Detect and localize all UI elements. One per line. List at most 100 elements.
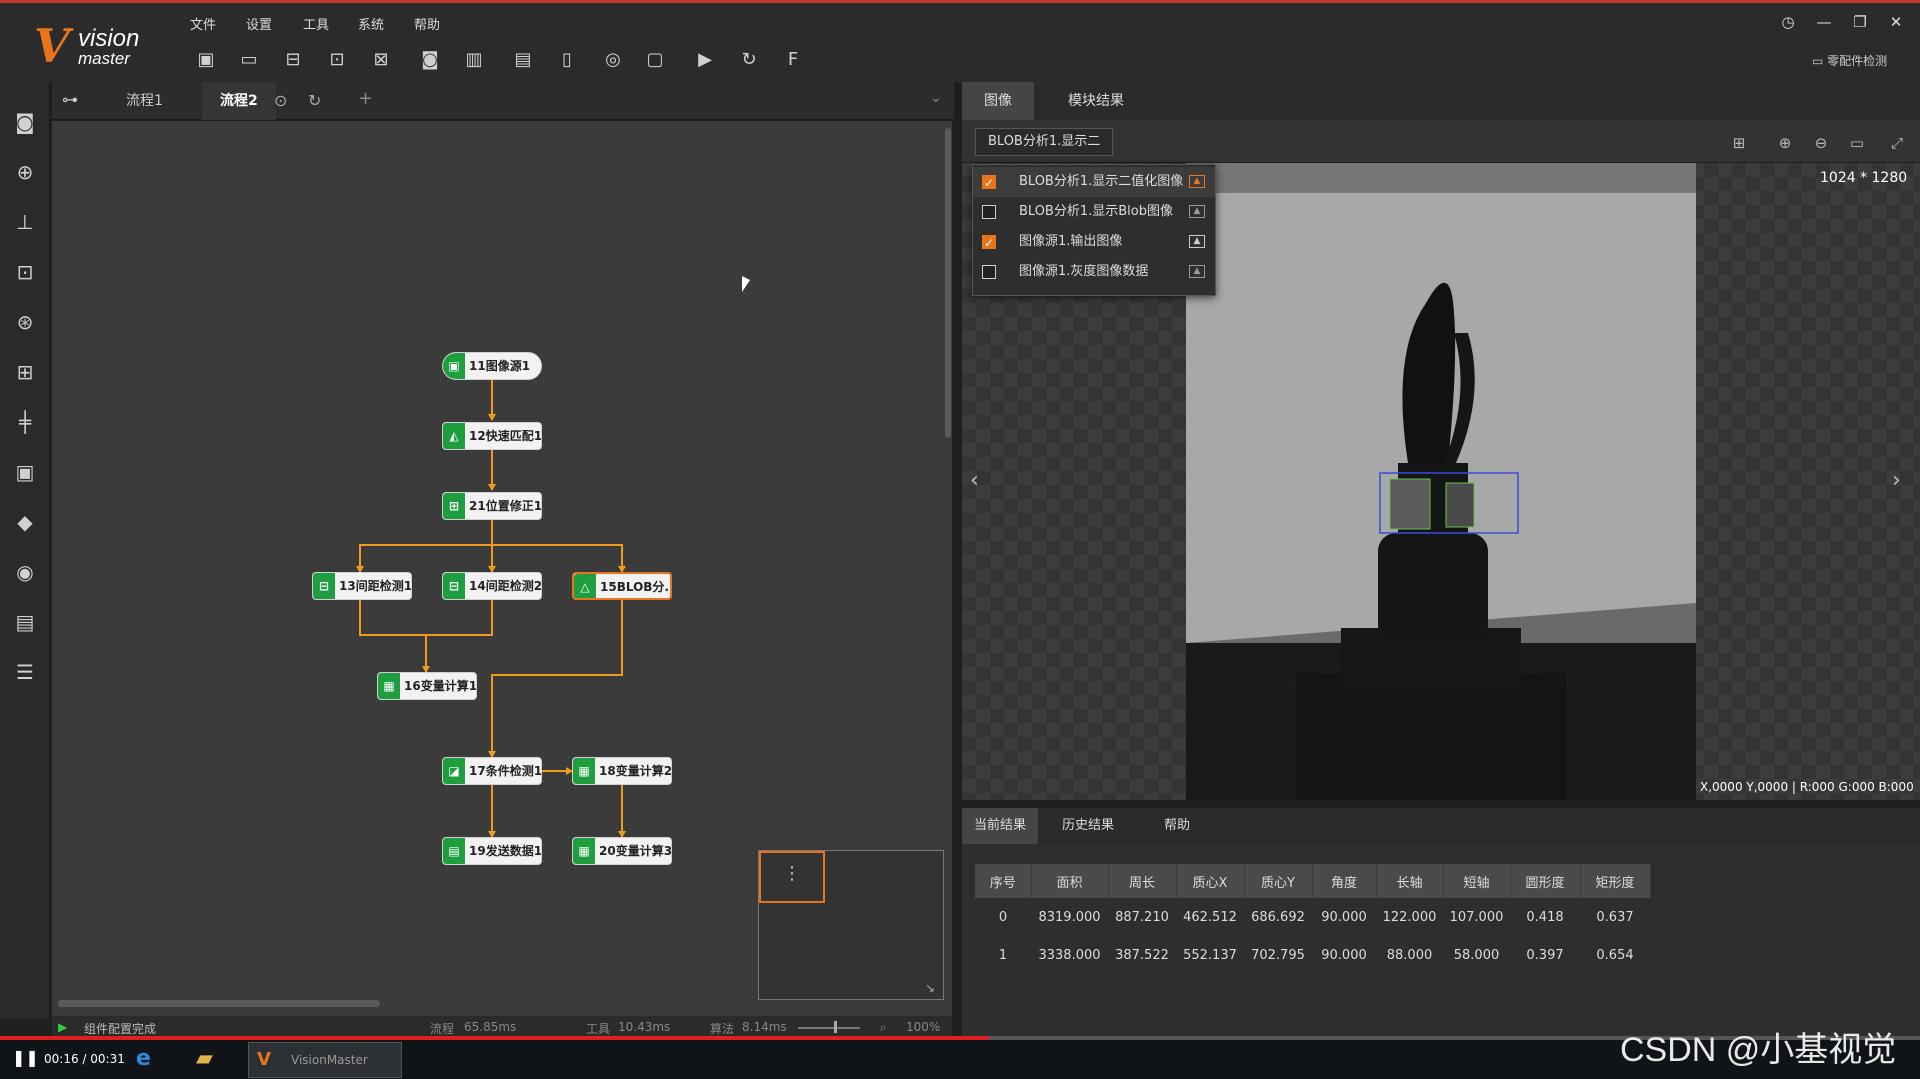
defect-detection-icon[interactable]: ◉	[11, 558, 39, 586]
checkbox-checked[interactable]	[982, 168, 996, 198]
recognition-icon[interactable]: ⊡	[11, 258, 39, 286]
previous-image-icon[interactable]: ‹	[970, 468, 979, 493]
flow-tree-icon[interactable]: ⊶	[62, 90, 78, 109]
tab-help[interactable]: 帮助	[1140, 808, 1214, 844]
grid-icon[interactable]: ⊞	[1728, 132, 1750, 154]
col-circularity[interactable]: 圆形度	[1510, 864, 1581, 898]
solution-name[interactable]: ▭ 零配件检测	[1812, 52, 1887, 69]
run-flow-icon[interactable]: ⊙	[274, 91, 287, 110]
col-area[interactable]: 面积	[1031, 864, 1109, 898]
pause-icon[interactable]: ❚❚	[12, 1048, 39, 1067]
image-processing-icon[interactable]: ▣	[11, 458, 39, 486]
locate-icon[interactable]: ⊕	[11, 158, 39, 186]
node-distance-check-2[interactable]: ⊟ 14间距检测2	[442, 572, 542, 600]
add-flow-icon[interactable]: +	[358, 88, 373, 109]
lock-icon[interactable]: ⊠	[368, 47, 394, 73]
calibration-icon[interactable]: ⊞	[11, 358, 39, 386]
menu-settings[interactable]: 设置	[246, 14, 272, 33]
menu-tools[interactable]: 工具	[303, 14, 329, 33]
table-row[interactable]: 1 3338.000 387.522 552.137 702.795 90.00…	[975, 936, 1650, 974]
canvas-horizontal-scrollbar[interactable]	[58, 1000, 380, 1007]
node-variable-calc-2[interactable]: ▦ 18变量计算2	[572, 757, 672, 785]
node-position-fix-1[interactable]: ⊞ 21位置修正1	[442, 492, 542, 520]
next-image-icon[interactable]: ›	[1892, 468, 1901, 493]
file-explorer-icon[interactable]: ▰	[196, 1046, 213, 1071]
restore-icon[interactable]: ❐	[1848, 10, 1872, 34]
panel-icon[interactable]: ▯	[554, 47, 580, 73]
tab-flow1[interactable]: 流程1	[108, 82, 181, 120]
node-condition-check-1[interactable]: ◪ 17条件检测1	[442, 757, 542, 785]
variable-icon[interactable]: ▤	[510, 47, 536, 73]
checkbox-unchecked[interactable]	[982, 265, 996, 279]
script-icon[interactable]: ▢	[642, 47, 668, 73]
tab-flow2[interactable]: 流程2	[202, 82, 276, 120]
communication-tool-icon[interactable]: ☰	[11, 658, 39, 686]
camera-icon[interactable]: ◙	[417, 47, 443, 73]
zoom-slider-thumb[interactable]	[834, 1021, 837, 1033]
col-centroid-y[interactable]: 质心Y	[1244, 864, 1313, 898]
import-icon[interactable]: ⊡	[324, 47, 350, 73]
algo-time-value: 8.14ms	[742, 1020, 787, 1034]
canvas-vertical-scrollbar[interactable]	[945, 128, 951, 438]
deep-learning-icon[interactable]: ⊛	[11, 308, 39, 336]
node-image-source-1[interactable]: ▣ 11图像源1	[442, 352, 542, 380]
node-blob-analysis-1[interactable]: △ 15BLOB分...	[572, 572, 672, 600]
fit-window-icon[interactable]: ⤢	[1886, 132, 1908, 154]
col-rectangularity[interactable]: 矩形度	[1580, 864, 1651, 898]
col-minor-axis[interactable]: 短轴	[1443, 864, 1511, 898]
resize-corner-icon[interactable]: ↘	[925, 981, 935, 995]
node-distance-check-1[interactable]: ⊟ 13间距检测1	[312, 572, 412, 600]
run-once-icon[interactable]: ▶	[692, 47, 718, 73]
save-as-icon[interactable]: ⊟	[280, 47, 306, 73]
run-loop-icon[interactable]: ↻	[736, 47, 762, 73]
color-processing-icon[interactable]: ◆	[11, 508, 39, 536]
tab-module-results[interactable]: 模块结果	[1046, 82, 1146, 120]
canvas-minimap[interactable]: ⋮ ↘	[758, 850, 944, 1000]
col-perimeter[interactable]: 周长	[1108, 864, 1177, 898]
checkbox-unchecked[interactable]	[982, 205, 996, 219]
checkbox-checked[interactable]	[982, 228, 996, 258]
node-quick-match-1[interactable]: ◭ 12快速匹配1	[442, 422, 542, 450]
col-centroid-x[interactable]: 质心X	[1176, 864, 1245, 898]
inspection-image[interactable]	[1186, 163, 1696, 800]
zoom-in-icon[interactable]: ⊕	[1774, 132, 1796, 154]
zoom-slider[interactable]	[798, 1027, 860, 1029]
tab-history-result[interactable]: 历史结果	[1046, 808, 1130, 844]
taskbar-app-visionmaster[interactable]: V VisionMaster	[248, 1042, 402, 1078]
col-major-axis[interactable]: 长轴	[1376, 864, 1444, 898]
tab-image[interactable]: 图像	[962, 82, 1034, 120]
image-option-blob-binary[interactable]: BLOB分析1.显示二值化图像 ▲	[973, 167, 1215, 198]
image-option-output-image[interactable]: 图像源1.输出图像 ▲	[973, 227, 1215, 258]
minimize-icon[interactable]: —	[1812, 10, 1836, 34]
open-folder-icon[interactable]: ▭	[236, 47, 262, 73]
measure-icon[interactable]: ⊥	[11, 208, 39, 236]
clock-icon[interactable]: ◷	[1776, 10, 1800, 34]
image-capture-icon[interactable]: ◙	[11, 108, 39, 136]
zoom-out-icon[interactable]: ⊖	[1810, 132, 1832, 154]
frontend-icon[interactable]: F	[780, 47, 806, 73]
communication-icon[interactable]: ◎	[600, 47, 626, 73]
col-angle[interactable]: 角度	[1312, 864, 1377, 898]
chevron-down-icon[interactable]: ⌄	[930, 90, 942, 106]
position-fix-icon: ⊞	[443, 493, 465, 519]
close-icon[interactable]: ✕	[1884, 10, 1908, 34]
menu-system[interactable]: 系统	[358, 14, 384, 33]
node-variable-calc-3[interactable]: ▦ 20变量计算3	[572, 837, 672, 865]
col-index[interactable]: 序号	[975, 864, 1032, 898]
logic-tool-icon[interactable]: ▤	[11, 608, 39, 636]
browser-icon[interactable]: e	[136, 1046, 151, 1071]
menu-file[interactable]: 文件	[190, 14, 216, 33]
image-option-gray-data[interactable]: 图像源1.灰度图像数据 ▲	[973, 257, 1215, 287]
loop-flow-icon[interactable]: ↻	[308, 91, 321, 110]
image-source-select[interactable]: BLOB分析1.显示二	[975, 128, 1113, 156]
table-row[interactable]: 0 8319.000 887.210 462.512 686.692 90.00…	[975, 898, 1650, 936]
save-icon[interactable]: ▣	[193, 47, 219, 73]
menu-help[interactable]: 帮助	[414, 14, 440, 33]
node-send-data-1[interactable]: ▤ 19发送数据1	[442, 837, 542, 865]
tab-current-result[interactable]: 当前结果	[962, 808, 1039, 844]
controller-icon[interactable]: ▥	[461, 47, 487, 73]
actual-size-icon[interactable]: ▭	[1846, 132, 1868, 154]
node-variable-calc-1[interactable]: ▦ 16变量计算1	[377, 672, 477, 700]
image-option-blob-image[interactable]: BLOB分析1.显示Blob图像 ▲	[973, 197, 1215, 227]
alignment-icon[interactable]: ╪	[11, 408, 39, 436]
